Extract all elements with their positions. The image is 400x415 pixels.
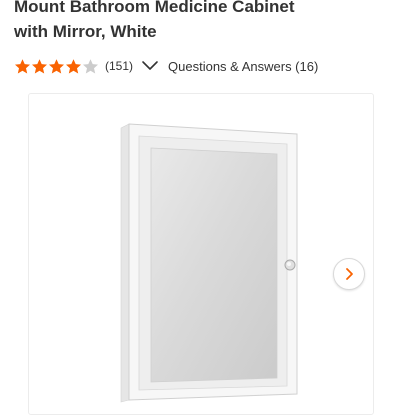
chevron-right-icon [346, 268, 353, 280]
next-image-button[interactable] [333, 258, 365, 290]
product-title-line-1: Mount Bathroom Medicine Cabinet [14, 0, 295, 16]
product-title-line-2: with Mirror, White [14, 22, 157, 41]
product-image-card [28, 93, 374, 415]
star-filled-icon [66, 58, 81, 73]
review-count[interactable]: (151) [105, 59, 133, 73]
star-empty-icon [83, 58, 98, 73]
questions-answers-link[interactable]: Questions & Answers (16) [168, 59, 318, 74]
product-title: Mount Bathroom Medicine Cabinet with Mir… [14, 0, 394, 44]
star-filled-icon [32, 58, 47, 73]
rating-row[interactable]: (151) Questions & Answers (16) [14, 56, 318, 76]
star-rating[interactable] [14, 58, 99, 75]
star-filled-icon [49, 58, 64, 73]
star-filled-icon [15, 58, 30, 73]
medicine-cabinet-image[interactable] [29, 94, 373, 414]
chevron-down-icon[interactable] [141, 60, 159, 72]
